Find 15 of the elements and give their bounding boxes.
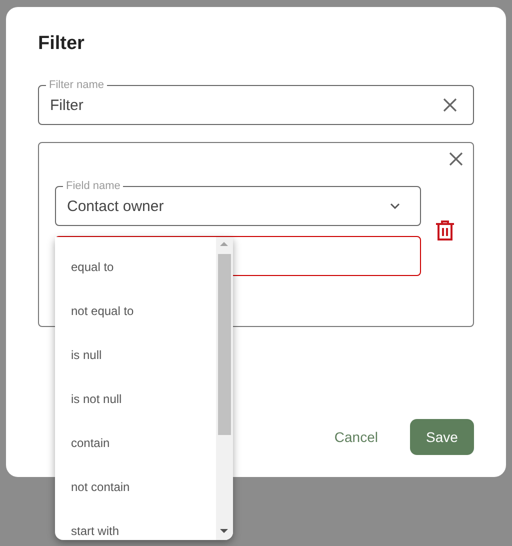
close-icon[interactable]: [449, 152, 463, 166]
scrollbar[interactable]: [216, 237, 233, 540]
trash-icon[interactable]: [435, 220, 455, 241]
clear-icon[interactable]: [443, 98, 457, 112]
operator-option[interactable]: is not null: [55, 377, 216, 421]
operator-option[interactable]: not equal to: [55, 289, 216, 333]
operator-option[interactable]: equal to: [55, 245, 216, 289]
dialog-title: Filter: [38, 33, 86, 55]
operator-option[interactable]: not contain: [55, 465, 216, 509]
operator-option[interactable]: start with: [55, 509, 216, 540]
cancel-button[interactable]: Cancel: [326, 421, 386, 453]
operator-option[interactable]: contain: [55, 421, 216, 465]
chevron-down-icon: [390, 203, 400, 209]
operator-option[interactable]: is null: [55, 333, 216, 377]
save-button[interactable]: Save: [410, 419, 474, 455]
